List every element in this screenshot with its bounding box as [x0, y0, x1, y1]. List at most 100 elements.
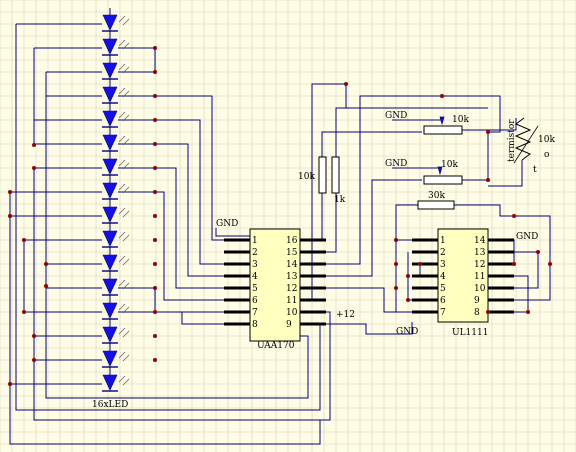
junction-dot [486, 130, 490, 134]
uaa170-pin-label: 2 [252, 248, 258, 258]
led-triangle [102, 182, 118, 199]
junction-dot [8, 382, 12, 386]
ul1111-pin-label: 12 [474, 260, 485, 270]
junction-dot [153, 190, 157, 194]
led-array-label: 16xLED [92, 400, 128, 410]
led-5 [102, 110, 130, 128]
potentiometer-2-label: 10k [441, 160, 458, 170]
schematic-canvas: 16xLED 12345678161514131211109 UAA170 12… [0, 0, 576, 452]
junction-dot [526, 310, 530, 314]
resistor-10k-label: 10k [298, 172, 315, 182]
uaa170-pin-label: 13 [286, 272, 298, 282]
ul1111-pin-label: 6 [440, 296, 446, 306]
junction-dot [153, 334, 157, 338]
led-triangle [102, 134, 118, 151]
gnd-ul1111-right-label: GND [516, 232, 538, 242]
uaa170-pin-label: 6 [252, 296, 258, 306]
led-triangle [102, 278, 118, 295]
junction-dot [486, 178, 490, 182]
uaa170-pin-label: 8 [252, 320, 258, 330]
junction-dot [8, 190, 12, 194]
junction-dot [548, 262, 552, 266]
ul1111-pin-label: 4 [440, 272, 446, 282]
led-emission-icon [118, 15, 130, 26]
led-triangle [102, 254, 118, 271]
led-triangle [102, 302, 118, 319]
resistor-1k-label: 1k [334, 195, 346, 205]
led-triangle [102, 110, 118, 127]
junction-dot [153, 118, 157, 122]
ul1111-chip: 1234567141312111098 UL1111 [412, 228, 514, 338]
led-triangle [102, 230, 118, 247]
gnd-ul1111-bottom-label: GND [396, 327, 418, 337]
led-15 [102, 350, 130, 368]
junction-dot [153, 310, 157, 314]
led-13 [102, 302, 130, 320]
junction-dot [153, 94, 157, 98]
junction-dot [153, 214, 157, 218]
uaa170-pin-label: 10 [286, 308, 298, 318]
led-emission-icon [118, 255, 130, 266]
ul1111-pin-label: 3 [440, 260, 446, 270]
wires [9, 8, 551, 445]
junction-dot [394, 238, 398, 242]
resistor-1k [331, 156, 340, 194]
led-emission-icon [118, 351, 130, 362]
junction-dot [536, 250, 540, 254]
led-11 [102, 254, 130, 272]
potentiometer-2 [423, 175, 463, 185]
junction-dot [394, 286, 398, 290]
junction-dot [406, 274, 410, 278]
led-14 [102, 326, 130, 344]
uaa170-pin-label: 5 [252, 284, 258, 294]
led-7 [102, 158, 130, 176]
resistor-10k [318, 156, 327, 194]
led-triangle [102, 14, 118, 31]
led-8 [102, 182, 130, 200]
uaa170-pin-label: 16 [286, 236, 298, 246]
led-array [102, 14, 130, 392]
led-emission-icon [118, 231, 130, 242]
thermistor-symbol-label: t [533, 165, 537, 175]
plus12-label: +12 [336, 310, 355, 320]
uaa170-pin-label: 12 [286, 284, 297, 294]
ul1111-pin-label: 13 [474, 248, 486, 258]
uaa170-pin-label: 3 [252, 260, 258, 270]
uaa170-pin-label: 4 [252, 272, 258, 282]
led-9 [102, 206, 130, 224]
wire-paths [9, 8, 551, 445]
led-6 [102, 134, 130, 152]
junction-dot [153, 142, 157, 146]
uaa170-pin-label: 15 [286, 248, 298, 258]
ul1111-pin-label: 7 [440, 308, 446, 318]
thermistor-label: termistor [507, 119, 517, 162]
junction-dot [486, 310, 490, 314]
junction-dot [394, 262, 398, 266]
junction-dot [440, 94, 444, 98]
potentiometer-1-label: 10k [452, 115, 469, 125]
junction-dot [22, 310, 26, 314]
junction-dot [153, 238, 157, 242]
junction-dot [512, 214, 516, 218]
led-triangle [102, 62, 118, 79]
uaa170-pin-label: 14 [286, 260, 298, 270]
junction-dot [153, 286, 157, 290]
junction-dot [344, 82, 348, 86]
led-2 [102, 38, 130, 56]
resistor-30k [417, 200, 455, 210]
led-emission-icon [118, 207, 130, 218]
led-10 [102, 230, 130, 248]
led-triangle [102, 326, 118, 343]
led-16 [102, 374, 130, 392]
junction-dot [153, 70, 157, 74]
led-emission-icon [118, 327, 130, 338]
junction-dot [153, 262, 157, 266]
resistor-30k-label: 30k [428, 191, 445, 201]
ul1111-pin-label: 5 [440, 284, 446, 294]
thermistor-degree-label: o [544, 150, 549, 160]
led-triangle [102, 350, 118, 367]
uaa170-pin-label: 11 [286, 296, 297, 306]
ul1111-pin-label: 11 [474, 272, 485, 282]
led-12 [102, 278, 130, 296]
junction-dot [32, 334, 36, 338]
